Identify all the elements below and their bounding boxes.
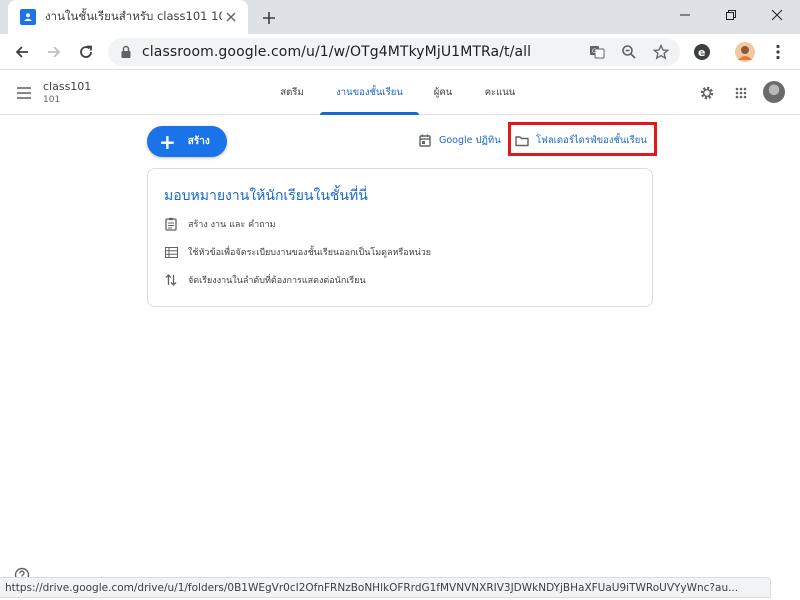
plus-icon: + (159, 129, 176, 154)
class-drive-folder-link[interactable]: โฟลเดอร์ไดรฟ์ของชั้นเรียน (515, 133, 647, 148)
forward-icon[interactable] (40, 38, 68, 66)
tab-classwork[interactable]: งานของชั้นเรียน (320, 71, 419, 115)
class-section: 101 (43, 95, 61, 105)
zoom-icon[interactable] (620, 43, 638, 61)
bookmark-star-icon[interactable] (652, 43, 670, 61)
hamburger-menu-icon[interactable] (14, 83, 34, 103)
extension-icon[interactable]: e (691, 41, 713, 63)
class-drive-folder-label: โฟลเดอร์ไดรฟ์ของชั้นเรียน (536, 135, 647, 146)
profile-avatar[interactable] (734, 41, 756, 63)
card-item-text: สร้าง งาน และ คำถาม (188, 220, 276, 230)
folder-icon (515, 135, 529, 147)
svg-text:e: e (698, 46, 705, 59)
create-button[interactable]: + สร้าง (147, 126, 227, 157)
list-item: ใช้หัวข้อเพื่อจัดระเบียบงานของชั้นเรียนอ… (164, 244, 431, 260)
translate-icon[interactable]: G (588, 43, 606, 61)
list-item: จัดเรียงงานในลำดับที่ต้องการแสดงต่อนักเร… (164, 272, 366, 288)
google-calendar-label: Google ปฏิทิน (439, 135, 501, 146)
new-tab-icon[interactable] (258, 7, 280, 29)
browser-tab[interactable]: งานในชั้นเรียนสำหรับ class101 101 (8, 0, 248, 34)
reorder-arrows-icon (164, 273, 178, 287)
tab-people[interactable]: ผู้คน (424, 71, 462, 114)
create-button-label: สร้าง (187, 136, 210, 147)
tab-grades[interactable]: คะแนน (476, 71, 524, 114)
classroom-header: class101 101 สตรีม งานของชั้นเรียน ผู้คน… (0, 71, 800, 115)
assignment-icon (164, 217, 178, 231)
url-text: classroom.google.com/u/1/w/OTg4MTkyMjU1M… (142, 44, 532, 60)
lock-icon (120, 45, 132, 59)
card-item-text: จัดเรียงงานในลำดับที่ต้องการแสดงต่อนักเร… (188, 276, 366, 286)
topic-list-icon (164, 245, 178, 259)
card-title: มอบหมายงานให้นักเรียนในชั้นที่นี่ (164, 188, 368, 204)
empty-classwork-card: มอบหมายงานให้นักเรียนในชั้นที่นี่ สร้าง … (147, 168, 653, 307)
address-bar[interactable]: classroom.google.com/u/1/w/OTg4MTkyMjU1M… (108, 38, 680, 66)
calendar-icon (419, 134, 431, 147)
tab-people-label: ผู้คน (433, 87, 453, 98)
link-status-bar: https://drive.google.com/drive/u/1/folde… (0, 577, 771, 598)
tab-grades-label: คะแนน (484, 87, 516, 98)
class-settings-gear-icon[interactable] (696, 82, 718, 104)
class-name[interactable]: class101 (43, 80, 91, 93)
minimize-icon[interactable] (662, 0, 708, 30)
svg-text:G: G (592, 48, 597, 55)
tab-stream-label: สตรีม (280, 87, 304, 98)
browser-menu-icon[interactable] (767, 41, 789, 63)
browser-tab-title: งานในชั้นเรียนสำหรับ class101 101 (45, 9, 222, 23)
window-close-icon[interactable] (754, 0, 800, 30)
google-calendar-link[interactable]: Google ปฏิทิน (419, 133, 501, 148)
tab-close-icon[interactable] (222, 8, 240, 26)
reload-icon[interactable] (72, 38, 100, 66)
tab-classwork-label: งานของชั้นเรียน (336, 87, 403, 98)
card-item-text: ใช้หัวข้อเพื่อจัดระเบียบงานของชั้นเรียนอ… (188, 248, 432, 258)
restore-icon[interactable] (708, 0, 754, 30)
list-item: สร้าง งาน และ คำถาม (164, 216, 276, 232)
status-url: https://drive.google.com/drive/u/1/folde… (5, 581, 739, 594)
browser-toolbar: classroom.google.com/u/1/w/OTg4MTkyMjU1M… (0, 34, 800, 70)
back-icon[interactable] (8, 38, 36, 66)
google-apps-grid-icon[interactable] (730, 82, 752, 104)
tab-stream[interactable]: สตรีม (270, 71, 314, 114)
account-avatar[interactable] (763, 81, 785, 103)
browser-tab-strip: งานในชั้นเรียนสำหรับ class101 101 (0, 0, 800, 34)
classroom-favicon-icon (20, 9, 36, 25)
